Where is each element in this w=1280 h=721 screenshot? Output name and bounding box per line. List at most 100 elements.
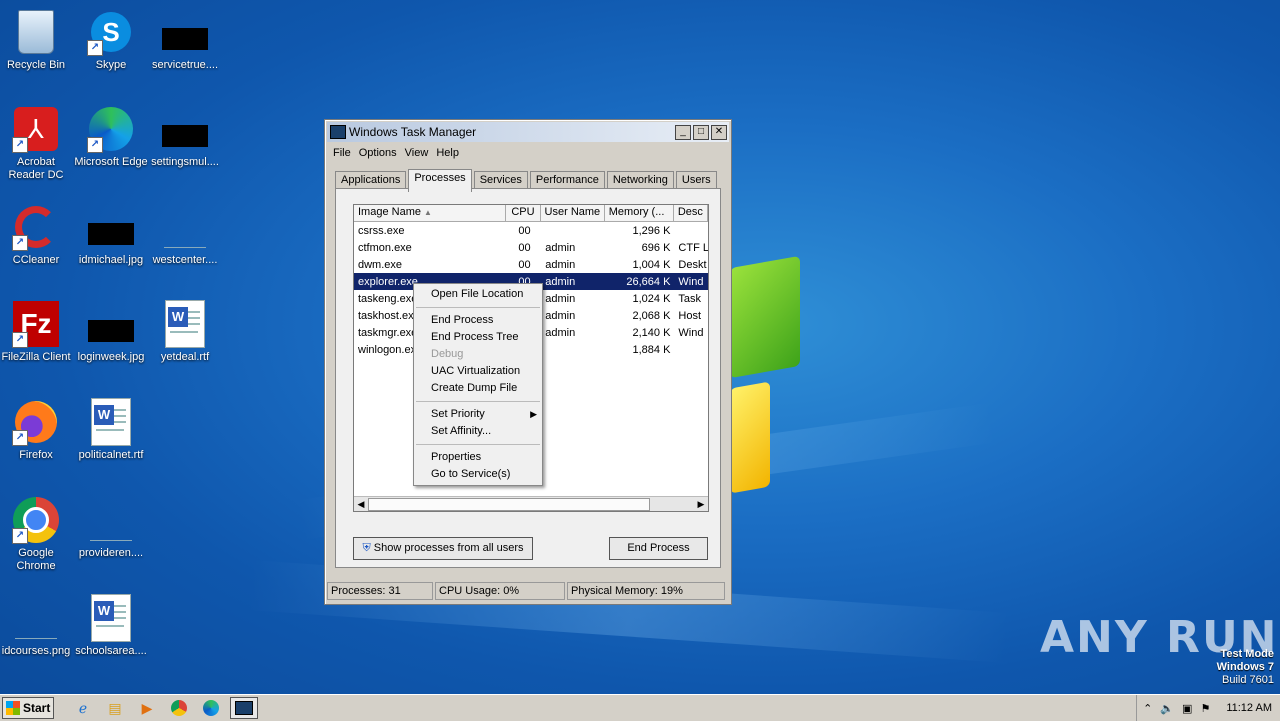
taskbar-chrome-icon[interactable] (166, 698, 192, 718)
taskbar-edge-icon[interactable] (198, 698, 224, 718)
taskbar-ie-icon[interactable]: ℯ (70, 698, 96, 718)
desktop-icon-skype[interactable]: S ↗ Skype (73, 8, 149, 72)
test-mode-label: Test Mode (1220, 648, 1274, 660)
table-row[interactable]: csrss.exe 00 1,296 K (354, 222, 708, 239)
column-user-name[interactable]: User Name (541, 205, 605, 221)
desktop-icon-edge[interactable]: ↗ Microsoft Edge (73, 105, 149, 169)
status-physical-memory: Physical Memory: 19% (567, 582, 725, 600)
process-user: admin (545, 326, 576, 339)
menu-help[interactable]: Help (432, 146, 463, 160)
show-all-processes-button[interactable]: ⛨ Show processes from all users (353, 537, 533, 560)
desktop-icon-ccleaner[interactable]: ↗ CCleaner (0, 203, 74, 267)
show-hidden-icons-icon[interactable]: ⌃ (1143, 702, 1152, 715)
process-memory: 1,884 K (632, 343, 671, 356)
process-desc: Wind (678, 275, 704, 288)
column-cpu[interactable]: CPU (506, 205, 541, 221)
taskbar-explorer-icon[interactable]: ▤ (102, 698, 128, 718)
desktop-icon-label: loginweek.jpg (77, 351, 145, 363)
process-memory: 1,004 K (632, 258, 671, 271)
menu-item-go-to-services[interactable]: Go to Service(s) (414, 466, 542, 483)
table-row[interactable]: dwm.exe 00 admin 1,004 K Deskt (354, 256, 708, 273)
edge-icon: ↗ (87, 105, 135, 153)
clock[interactable]: 11:12 AM (1226, 702, 1272, 714)
menu-bar: File Options View Help (325, 144, 731, 162)
desktop-icon-idmichael[interactable]: idmichael.jpg (73, 203, 149, 267)
desktop-icon-firefox[interactable]: ↗ Firefox (0, 398, 74, 462)
test-mode-notice: Test Mode Windows 7 Build 7601 (1217, 648, 1274, 687)
close-button[interactable]: ✕ (711, 124, 727, 140)
menu-file[interactable]: File (329, 146, 355, 160)
process-user: admin (545, 292, 576, 305)
desktop-icon-label: FileZilla Client (1, 351, 71, 363)
submenu-arrow-icon: ▶ (530, 409, 537, 419)
file-icon (161, 203, 209, 251)
menu-item-end-process[interactable]: End Process (414, 312, 542, 329)
desktop-icon-chrome[interactable]: ↗ Google Chrome (0, 496, 74, 573)
scroll-left-icon[interactable]: ◀ (354, 497, 368, 511)
desktop-icon-politicalnet[interactable]: W politicalnet.rtf (73, 398, 149, 462)
title-bar[interactable]: Windows Task Manager _ □ ✕ (327, 122, 729, 142)
scroll-right-icon[interactable]: ▶ (694, 497, 708, 511)
desktop-icon-label: Google Chrome (16, 547, 56, 572)
desktop-icon-recycle-bin[interactable]: Recycle Bin (0, 8, 74, 72)
menu-item-set-priority[interactable]: Set Priority ▶ (414, 406, 542, 423)
desktop-icon-settingsmul[interactable]: settingsmul.... (147, 105, 223, 169)
desktop-icon-idcourses[interactable]: idcourses.png (0, 594, 74, 658)
word-document-icon: W (161, 300, 209, 348)
menu-item-open-file-location[interactable]: Open File Location (414, 286, 542, 303)
build-label: Build 7601 (1222, 674, 1274, 686)
word-document-icon: W (87, 398, 135, 446)
status-bar: Processes: 31 CPU Usage: 0% Physical Mem… (327, 582, 727, 600)
process-desc: Deskt (678, 258, 707, 271)
desktop-icon-label: Firefox (19, 449, 53, 461)
column-memory[interactable]: Memory (... (605, 205, 674, 221)
acrobat-icon: ⅄ ↗ (12, 105, 60, 153)
desktop-icon-filezilla[interactable]: Fz ↗ FileZilla Client (0, 300, 74, 364)
column-image-name[interactable]: Image Name ▲ (354, 205, 507, 221)
menu-separator (416, 444, 540, 445)
start-button[interactable]: Start (2, 697, 54, 719)
menu-options[interactable]: Options (355, 146, 401, 160)
minimize-button[interactable]: _ (675, 124, 691, 140)
menu-item-end-process-tree[interactable]: End Process Tree (414, 329, 542, 346)
desktop-icon-label: provideren.... (78, 547, 144, 559)
end-process-button[interactable]: End Process (609, 537, 708, 560)
action-center-flag-icon[interactable]: ⚑ (1200, 702, 1210, 715)
window-title: Windows Task Manager (349, 125, 477, 139)
ccleaner-icon: ↗ (12, 203, 60, 251)
volume-icon[interactable]: 🔈 (1160, 702, 1174, 715)
desktop-icon-label: servicetrue.... (151, 59, 219, 71)
desktop-icon-servicetrue[interactable]: servicetrue.... (147, 8, 223, 72)
network-icon[interactable]: ▣ (1182, 702, 1192, 715)
image-file-icon (87, 203, 135, 251)
desktop-icon-loginweek[interactable]: loginweek.jpg (73, 300, 149, 364)
menu-view[interactable]: View (401, 146, 433, 160)
desktop-icon-label: yetdeal.rtf (160, 351, 210, 363)
taskbar-task-manager-icon[interactable] (230, 697, 258, 719)
status-processes: Processes: 31 (327, 582, 433, 600)
filezilla-icon: Fz ↗ (12, 300, 60, 348)
desktop-icon-schoolsarea[interactable]: W schoolsarea.... (73, 594, 149, 658)
menu-separator (416, 307, 540, 308)
menu-item-set-affinity[interactable]: Set Affinity... (414, 423, 542, 440)
menu-item-create-dump-file[interactable]: Create Dump File (414, 380, 542, 397)
tab-processes[interactable]: Processes (408, 169, 472, 192)
table-row[interactable]: ctfmon.exe 00 admin 696 K CTF L (354, 239, 708, 256)
maximize-button[interactable]: □ (693, 124, 709, 140)
desktop-icon-westcenter[interactable]: westcenter.... (147, 203, 223, 267)
firefox-icon: ↗ (12, 398, 60, 446)
menu-separator (416, 401, 540, 402)
desktop-icon-acrobat[interactable]: ⅄ ↗ Acrobat Reader DC (0, 105, 74, 182)
desktop-icon-provideren[interactable]: provideren.... (73, 496, 149, 560)
desktop-icon-label: Skype (95, 59, 127, 71)
taskbar-media-player-icon[interactable]: ▶ (134, 698, 160, 718)
show-all-processes-label: Show processes from all users (373, 542, 524, 554)
windows-logo-green (730, 255, 800, 379)
column-description[interactable]: Desc (674, 205, 708, 221)
windows-logo-yellow (730, 381, 770, 494)
horizontal-scrollbar[interactable]: ◀ ▶ (354, 496, 708, 511)
desktop-icon-yetdeal[interactable]: W yetdeal.rtf (147, 300, 223, 364)
menu-item-uac-virtualization[interactable]: UAC Virtualization (414, 363, 542, 380)
scroll-thumb[interactable] (368, 498, 650, 511)
menu-item-properties[interactable]: Properties (414, 449, 542, 466)
